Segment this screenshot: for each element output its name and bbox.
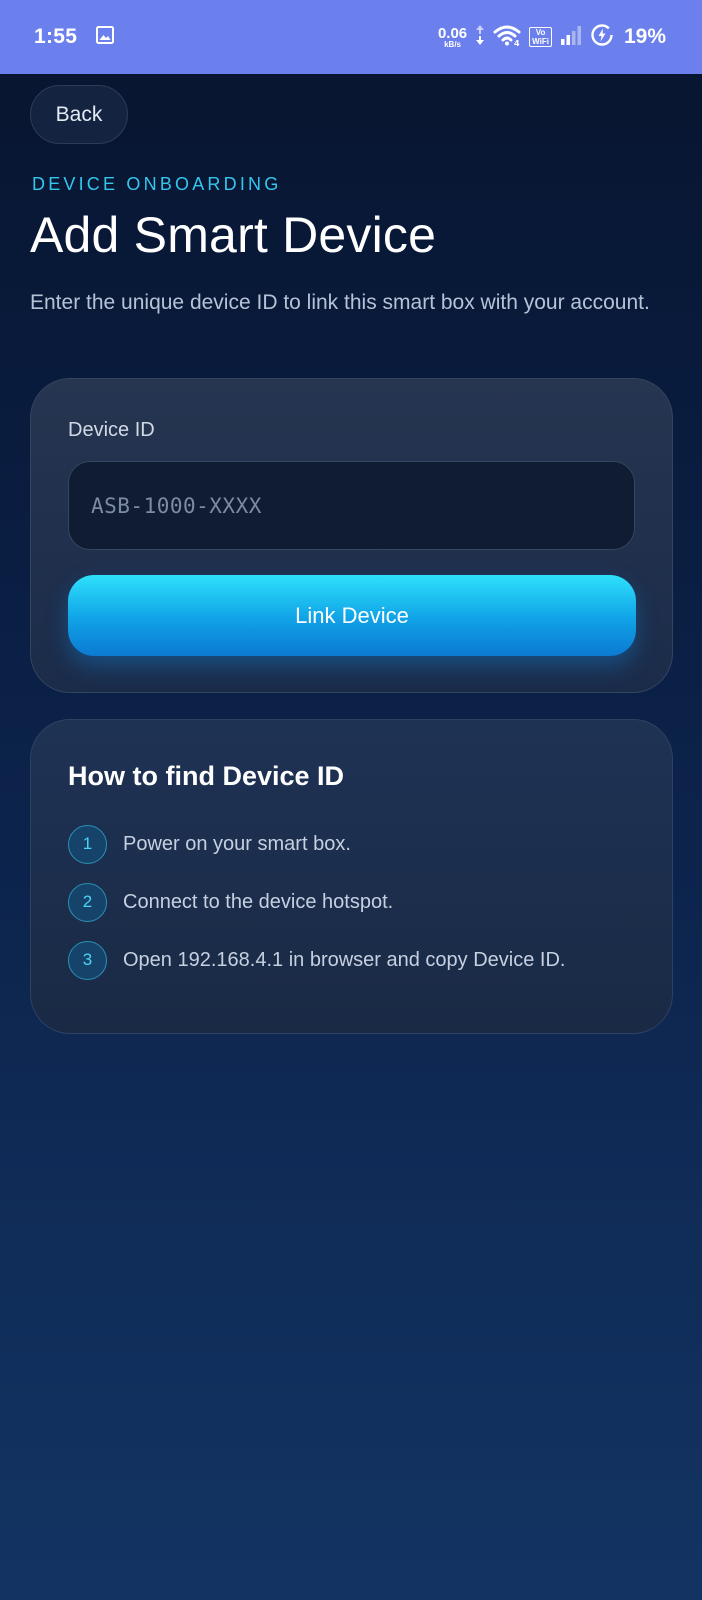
device-form-card: Device ID Link Device [30,378,673,693]
help-card: How to find Device ID 1 Power on your sm… [30,719,673,1034]
battery-percent: 19% [623,25,666,48]
step-text: Connect to the device hotspot. [123,890,394,913]
step-number-badge: 2 [68,882,107,922]
network-speed-value: 0.06 [437,24,468,42]
help-title: How to find Device ID [68,761,345,791]
gallery-icon [95,25,115,50]
battery-saver-icon [590,23,614,52]
step-number-badge: 1 [68,824,107,864]
vowifi-bottom-label: WiFi [532,37,549,46]
help-steps-list: 1 Power on your smart box. 2 Connect to … [68,824,565,998]
step-number-badge: 3 [68,940,107,980]
device-id-input[interactable] [68,461,635,550]
link-device-button[interactable]: Link Device [68,575,636,656]
network-speed-unit: kB/s [444,39,461,49]
vowifi-top-label: Vo [535,28,546,37]
data-arrows-icon [475,24,485,51]
step-text: Open 192.168.4.1 in browser and copy Dev… [123,948,566,971]
status-time: 1:55 [34,25,78,48]
help-step: 1 Power on your smart box. [68,824,565,864]
help-step: 2 Connect to the device hotspot. [68,882,565,922]
page-subtitle: Enter the unique device ID to link this … [30,291,650,314]
status-bar: 1:55 0.06 kB/s 4 Vo WiFi 19% [0,0,702,74]
help-step: 3 Open 192.168.4.1 in browser and copy D… [68,940,565,980]
step-text: Power on your smart box. [123,832,351,855]
svg-text:4: 4 [514,39,520,46]
vowifi-icon: Vo WiFi [529,27,552,47]
device-id-label: Device ID [68,419,155,441]
wifi-icon: 4 [493,24,521,51]
signal-bars-icon [560,25,582,50]
network-speed: 0.06 kB/s [438,26,467,49]
status-left: 1:55 [34,25,115,50]
status-right: 0.06 kB/s 4 Vo WiFi 19% [438,23,666,52]
back-button[interactable]: Back [30,85,128,144]
page-eyebrow: DEVICE ONBOARDING [32,174,282,194]
page-title: Add Smart Device [30,207,437,263]
